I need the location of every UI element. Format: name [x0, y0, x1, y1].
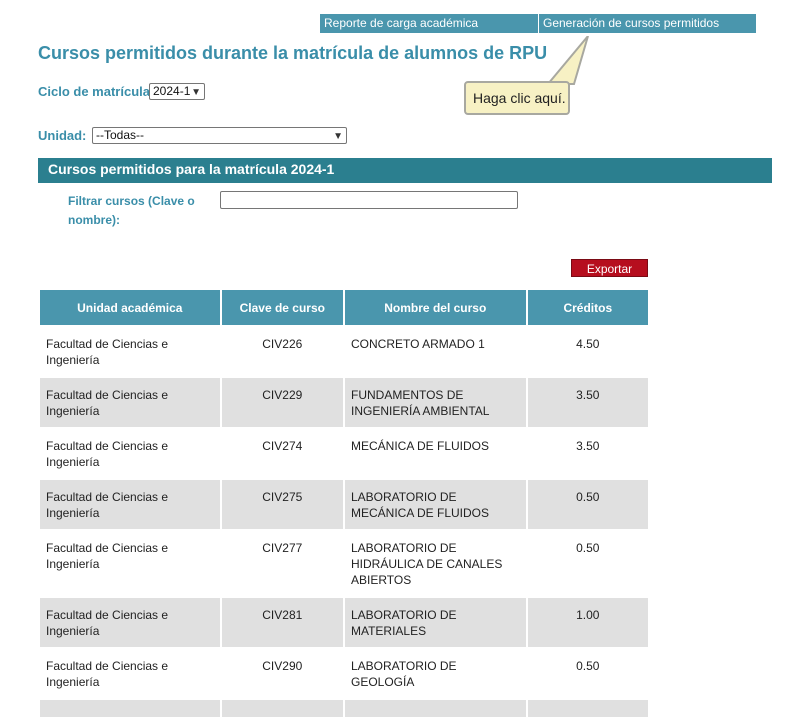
cell-clave: CIV290 — [221, 649, 343, 698]
header-unidad-academica[interactable]: Unidad académica — [40, 290, 220, 325]
cell-clave: CIV229 — [221, 378, 343, 427]
cell-clave: CIV281 — [221, 598, 343, 647]
cell-clave: CIV277 — [221, 531, 343, 596]
cell-clave — [221, 700, 343, 717]
nav-link-carga-academica[interactable]: Reporte de carga académica — [320, 14, 538, 33]
table-row: Facultad de Ciencias e Ingeniería CIV277… — [40, 531, 648, 596]
table-row: Facultad de Ciencias e Ingeniería CIV226… — [40, 327, 648, 376]
cell-clave: CIV275 — [221, 480, 343, 529]
table-row: Facultad de Ciencias e Ingeniería CIV281… — [40, 598, 648, 647]
cell-nombre — [344, 700, 526, 717]
cell-unidad: Facultad de Ciencias e Ingeniería — [40, 480, 220, 529]
cell-clave: CIV274 — [221, 429, 343, 478]
section-title-bar: Cursos permitidos para la matrícula 2024… — [38, 158, 772, 183]
cell-creditos: 3.50 — [527, 429, 648, 478]
cell-creditos: 0.50 — [527, 649, 648, 698]
table-header-row: Unidad académica Clave de curso Nombre d… — [40, 290, 648, 325]
courses-table: Unidad académica Clave de curso Nombre d… — [38, 288, 650, 719]
ciclo-label: Ciclo de matrícula: — [38, 84, 155, 99]
cell-unidad: Facultad de Ciencias e Ingeniería — [40, 649, 220, 698]
cell-creditos: 1.00 — [527, 598, 648, 647]
callout-pointer — [545, 36, 589, 85]
unidad-select-value: --Todas-- — [96, 128, 145, 142]
cell-creditos: 0.50 — [527, 480, 648, 529]
table-row: Facultad de Ciencias e Ingeniería CIV275… — [40, 480, 648, 529]
page-title: Cursos permitidos durante la matrícula d… — [38, 43, 548, 63]
export-button[interactable]: Exportar — [571, 259, 648, 277]
cell-nombre: CONCRETO ARMADO 1 — [344, 327, 526, 376]
cell-unidad — [40, 700, 220, 717]
chevron-down-icon: ▼ — [333, 131, 343, 142]
chevron-down-icon: ▼ — [191, 87, 201, 98]
table-row: Facultad de Ciencias e Ingeniería CIV274… — [40, 429, 648, 478]
header-creditos[interactable]: Créditos — [527, 290, 648, 325]
cell-nombre: LABORATORIO DE GEOLOGÍA — [344, 649, 526, 698]
ciclo-select[interactable]: 2024-1 ▼ — [149, 83, 205, 100]
table-row: Facultad de Ciencias e Ingeniería CIV229… — [40, 378, 648, 427]
cell-nombre: LABORATORIO DE MECÁNICA DE FLUIDOS — [344, 480, 526, 529]
unidad-select[interactable]: --Todas-- ▼ — [92, 127, 347, 144]
cell-unidad: Facultad de Ciencias e Ingeniería — [40, 327, 220, 376]
table-row: Facultad de Ciencias e Ingeniería CIV290… — [40, 649, 648, 698]
cell-clave: CIV226 — [221, 327, 343, 376]
filter-label: Filtrar cursos (Clave o nombre): — [68, 194, 195, 227]
cell-unidad: Facultad de Ciencias e Ingeniería — [40, 378, 220, 427]
cell-creditos — [527, 700, 648, 717]
filter-input[interactable] — [220, 191, 518, 209]
unidad-label: Unidad: — [38, 128, 87, 143]
cell-unidad: Facultad de Ciencias e Ingeniería — [40, 598, 220, 647]
header-clave-curso[interactable]: Clave de curso — [221, 290, 343, 325]
ciclo-select-value: 2024-1 — [153, 84, 191, 98]
cell-creditos: 4.50 — [527, 327, 648, 376]
table-row — [40, 700, 648, 717]
cell-nombre: MECÁNICA DE FLUIDOS — [344, 429, 526, 478]
header-nombre-curso[interactable]: Nombre del curso — [344, 290, 526, 325]
nav-link-generacion-cursos[interactable]: Generación de cursos permitidos — [539, 14, 756, 33]
cell-unidad: Facultad de Ciencias e Ingeniería — [40, 429, 220, 478]
cell-creditos: 0.50 — [527, 531, 648, 596]
cell-creditos: 3.50 — [527, 378, 648, 427]
cell-nombre: LABORATORIO DE HIDRÁULICA DE CANALES ABI… — [344, 531, 526, 596]
cell-nombre: LABORATORIO DE MATERIALES — [344, 598, 526, 647]
cell-unidad: Facultad de Ciencias e Ingeniería — [40, 531, 220, 596]
click-here-callout: Haga clic aquí. — [464, 81, 570, 115]
cell-nombre: FUNDAMENTOS DE INGENIERÍA AMBIENTAL — [344, 378, 526, 427]
